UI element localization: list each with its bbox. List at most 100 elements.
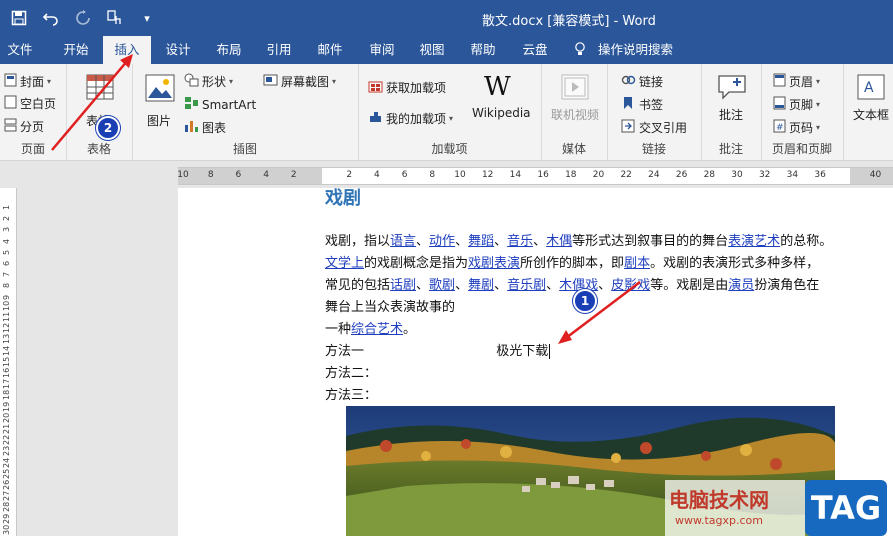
cover-page-button[interactable]: 封面 ▾ bbox=[4, 73, 51, 90]
group-comments: 批注 批注 bbox=[701, 64, 762, 160]
hyperlink[interactable]: 动作 bbox=[429, 234, 455, 249]
hyperlink[interactable]: 木偶 bbox=[546, 234, 572, 249]
screenshot-button[interactable]: 屏幕截图 ▾ bbox=[263, 73, 336, 90]
smartart-button[interactable]: SmartArt bbox=[184, 96, 256, 113]
page-break-button[interactable]: 分页 bbox=[4, 118, 44, 135]
hyperlink[interactable]: 戏剧表演 bbox=[468, 256, 520, 271]
shapes-button[interactable]: 形状 ▾ bbox=[184, 73, 233, 90]
hyperlink[interactable]: 表演艺术 bbox=[728, 234, 780, 249]
group-tables-label: 表格 bbox=[86, 142, 111, 156]
touch-mode-icon[interactable] bbox=[104, 7, 126, 29]
tab-design[interactable]: 设计 bbox=[154, 36, 202, 64]
my-addins-button[interactable]: 我的加载项 ▾ bbox=[368, 110, 453, 127]
hyperlink[interactable]: 皮影戏 bbox=[611, 278, 650, 293]
tab-mailings[interactable]: 邮件 bbox=[306, 36, 354, 64]
hyperlink[interactable]: 歌剧 bbox=[429, 278, 455, 293]
table-icon bbox=[86, 74, 114, 103]
ruler-tick-label: 16 bbox=[2, 367, 11, 378]
save-icon[interactable] bbox=[8, 7, 30, 29]
ruler-tick-label: 14 bbox=[2, 345, 11, 356]
ruler-tick-label: 30 bbox=[2, 524, 11, 535]
lightbulb-icon bbox=[574, 42, 590, 57]
footer-button[interactable]: 页脚 ▾ bbox=[773, 96, 820, 113]
tab-cloud[interactable]: 云盘 bbox=[511, 36, 559, 64]
ruler-tick-label: 4 bbox=[374, 170, 380, 180]
comment-button[interactable]: 批注 bbox=[711, 72, 753, 128]
tab-references[interactable]: 引用 bbox=[256, 36, 302, 64]
ruler-tick-label: 25 bbox=[2, 468, 11, 479]
hyperlink[interactable]: 文学上 bbox=[325, 256, 364, 271]
hyperlink[interactable]: 剧本 bbox=[624, 256, 650, 271]
hyperlink[interactable]: 音乐剧 bbox=[507, 278, 546, 293]
hyperlink[interactable]: 演员 bbox=[728, 278, 754, 293]
bookmark-button[interactable]: 书签 bbox=[621, 96, 663, 113]
vertical-ruler[interactable]: 1 2 3 4 5 6 7 8 9 10 11 12 13 14 15 16 17 18 19 20 21 22 23 24 2… bbox=[0, 188, 17, 536]
get-addins-button[interactable]: 获取加载项 bbox=[368, 79, 446, 96]
page-number-button[interactable]: # 页码 ▾ bbox=[773, 119, 820, 136]
ruler-tick-label: 16 bbox=[537, 170, 549, 180]
hyperlink[interactable]: 舞剧 bbox=[468, 278, 494, 293]
ruler-tick-label: 8 bbox=[429, 170, 436, 180]
ruler-tick-label: 10 bbox=[2, 300, 11, 311]
undo-icon[interactable] bbox=[40, 7, 62, 29]
blank-page-button[interactable]: 空白页 bbox=[4, 95, 56, 112]
text-run: 扮演角色在 bbox=[754, 278, 820, 293]
svg-text:A: A bbox=[864, 80, 874, 96]
wikipedia-button[interactable]: W Wikipedia bbox=[470, 72, 532, 128]
link-icon bbox=[621, 73, 636, 90]
ruler-tick-label: 10 bbox=[454, 170, 466, 180]
group-media: 联机视频 媒体 bbox=[541, 64, 608, 160]
tab-help[interactable]: 帮助 bbox=[459, 36, 507, 64]
tab-home[interactable]: 开始 bbox=[52, 36, 100, 64]
ruler-tick-label: 18 bbox=[565, 170, 577, 180]
hyperlink[interactable]: 音乐 bbox=[507, 234, 533, 249]
tell-me-search[interactable]: 操作说明搜索 bbox=[574, 36, 673, 64]
online-video-button: 联机视频 bbox=[547, 72, 603, 128]
ruler-tick-label: 4 bbox=[2, 238, 11, 244]
paragraph-line-1: 戏剧，指以语言、动作、舞蹈、音乐、木偶等形式达到叙事目的的舞台表演艺术的总称。 bbox=[325, 230, 832, 249]
hyperlink[interactable]: 舞蹈 bbox=[468, 234, 494, 249]
group-links: 链接 书签 交叉引用 链接 bbox=[607, 64, 702, 160]
link-button[interactable]: 链接 bbox=[621, 73, 663, 90]
tab-review[interactable]: 审阅 bbox=[358, 36, 406, 64]
hyperlink[interactable]: 综合艺术 bbox=[351, 322, 403, 337]
watermark-site-name: 电脑技术网 bbox=[669, 488, 769, 512]
picture-button[interactable]: 图片 bbox=[142, 72, 178, 136]
ruler-tick-label: 36 bbox=[814, 170, 826, 180]
ruler-tick-label: 32 bbox=[758, 170, 771, 180]
textbox-button[interactable]: A 文本框 bbox=[849, 72, 893, 132]
method-two-line: 方法二： bbox=[325, 366, 378, 381]
tab-file[interactable]: 文件 bbox=[0, 36, 40, 64]
hyperlink[interactable]: 话剧 bbox=[390, 278, 416, 293]
ruler-tick-label: 20 bbox=[2, 412, 11, 423]
group-illustrations: 图片 形状 ▾ SmartArt 图表 屏幕截图 ▾ 插图 bbox=[132, 64, 359, 160]
cross-reference-button[interactable]: 交叉引用 bbox=[621, 119, 687, 136]
tab-view[interactable]: 视图 bbox=[408, 36, 456, 64]
redo-icon[interactable] bbox=[72, 7, 94, 29]
customize-qat-icon[interactable]: ▾ bbox=[136, 7, 158, 29]
ruler-tick-label: 3 bbox=[2, 227, 11, 233]
method-three-line: 方法三： bbox=[325, 388, 378, 403]
ruler-tick-label: 29 bbox=[2, 513, 11, 524]
tab-insert[interactable]: 插入 bbox=[103, 36, 151, 64]
title-bar: ▾ 散文.docx [兼容模式] - Word bbox=[0, 0, 893, 36]
paragraph-line-2: 文学上的戏剧概念是指为戏剧表演所创作的脚本，即剧本。戏剧的表演形式多种多样， bbox=[325, 252, 819, 271]
ruler-tick-label: 4 bbox=[263, 170, 269, 180]
text-run: 、 bbox=[494, 278, 508, 293]
text-run: 所创作的脚本，即 bbox=[520, 256, 625, 271]
header-button[interactable]: 页眉 ▾ bbox=[773, 73, 820, 90]
group-tables: 表格 表格 bbox=[66, 64, 133, 160]
ruler-tick-label: 8 bbox=[207, 170, 214, 180]
method-one-label: 方法一 bbox=[325, 344, 365, 359]
text-run: 戏剧，指以 bbox=[325, 234, 391, 249]
page-break-icon bbox=[4, 118, 17, 135]
tell-me-label: 操作说明搜索 bbox=[597, 42, 673, 57]
document-title: 散文.docx [兼容模式] - Word bbox=[482, 14, 656, 29]
chart-button[interactable]: 图表 bbox=[184, 119, 226, 136]
horizontal-ruler[interactable]: 10 8 6 4 2 2 4 6 8 10 12 14 16 18 20 22 24 26 28 30 32 34 36 40 bbox=[0, 161, 893, 188]
hyperlink[interactable]: 语言 bbox=[390, 234, 416, 249]
tab-layout[interactable]: 布局 bbox=[206, 36, 252, 64]
ruler-tick-label: 40 bbox=[869, 170, 882, 180]
ruler-tick-label: 21 bbox=[2, 423, 11, 434]
text-run: 、 bbox=[494, 234, 508, 249]
